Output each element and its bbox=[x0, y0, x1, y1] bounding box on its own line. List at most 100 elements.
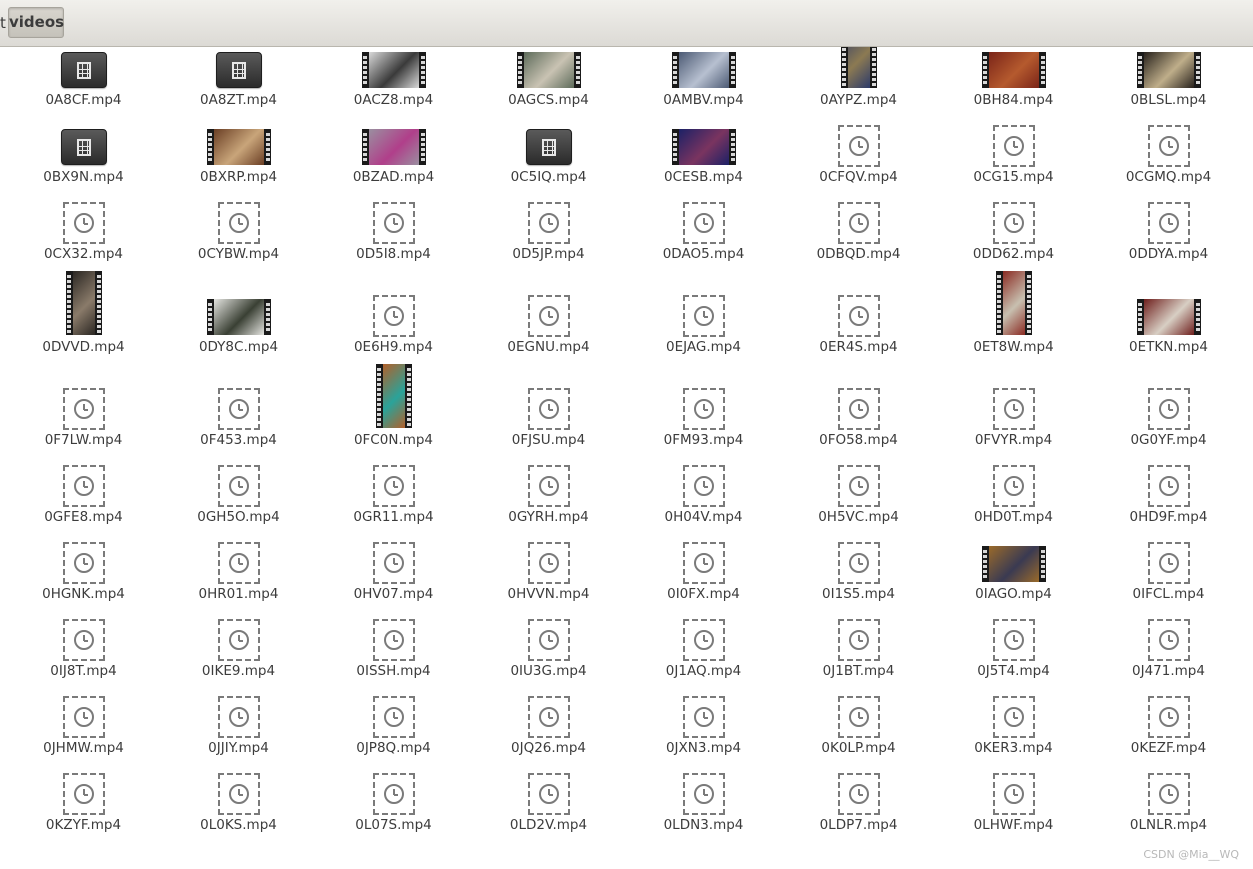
file-item[interactable]: 0ETKN.mp4 bbox=[1091, 278, 1246, 371]
file-item[interactable]: 0CX32.mp4 bbox=[6, 201, 161, 278]
video-thumbnail bbox=[65, 271, 102, 335]
file-item[interactable]: 0HR01.mp4 bbox=[161, 541, 316, 618]
file-item[interactable]: 0A8CF.mp4 bbox=[6, 47, 161, 124]
file-item[interactable]: 0BH84.mp4 bbox=[936, 47, 1091, 124]
file-item[interactable]: 0J1BT.mp4 bbox=[781, 618, 936, 695]
file-item[interactable]: 0L0KS.mp4 bbox=[161, 772, 316, 849]
file-item[interactable]: 0F453.mp4 bbox=[161, 371, 316, 464]
file-item[interactable]: 0IFCL.mp4 bbox=[1091, 541, 1246, 618]
file-item[interactable]: 0HD9F.mp4 bbox=[1091, 464, 1246, 541]
file-item[interactable]: 0EJAG.mp4 bbox=[626, 278, 781, 371]
file-name-label: 0H04V.mp4 bbox=[664, 509, 743, 525]
video-thumbnail bbox=[995, 271, 1032, 335]
file-item[interactable]: 0KZYF.mp4 bbox=[6, 772, 161, 849]
loading-thumbnail-icon bbox=[372, 619, 415, 661]
file-item[interactable]: 0HGNK.mp4 bbox=[6, 541, 161, 618]
file-item[interactable]: 0J471.mp4 bbox=[1091, 618, 1246, 695]
file-item[interactable]: 0ER4S.mp4 bbox=[781, 278, 936, 371]
file-item[interactable]: 0GYRH.mp4 bbox=[471, 464, 626, 541]
film-icon bbox=[76, 139, 91, 156]
loading-thumbnail-icon bbox=[837, 619, 880, 661]
file-item[interactable]: 0DD62.mp4 bbox=[936, 201, 1091, 278]
file-item[interactable]: 0LDP7.mp4 bbox=[781, 772, 936, 849]
file-item[interactable]: 0BX9N.mp4 bbox=[6, 124, 161, 201]
file-item[interactable]: 0A8ZT.mp4 bbox=[161, 47, 316, 124]
file-item[interactable]: 0AYPZ.mp4 bbox=[781, 47, 936, 124]
file-name-label: 0F453.mp4 bbox=[200, 432, 277, 448]
file-name-label: 0BZAD.mp4 bbox=[352, 169, 435, 185]
file-item[interactable]: 0CYBW.mp4 bbox=[161, 201, 316, 278]
file-item[interactable]: 0IKE9.mp4 bbox=[161, 618, 316, 695]
file-view[interactable]: 0A8CF.mp4 0A8ZT.mp4 0ACZ8.mp4 0AGCS.mp4 0AMB… bbox=[0, 47, 1253, 869]
file-item[interactable]: 0FJSU.mp4 bbox=[471, 371, 626, 464]
file-item[interactable]: 0DVVD.mp4 bbox=[6, 271, 161, 371]
file-item[interactable]: 0CFQV.mp4 bbox=[781, 124, 936, 201]
clock-icon bbox=[848, 707, 869, 727]
file-name-label: 0IKE9.mp4 bbox=[201, 663, 276, 679]
file-item[interactable]: 0HVVN.mp4 bbox=[471, 541, 626, 618]
file-item[interactable]: 0L07S.mp4 bbox=[316, 772, 471, 849]
file-item[interactable]: 0LDN3.mp4 bbox=[626, 772, 781, 849]
file-item[interactable]: 0JP8Q.mp4 bbox=[316, 695, 471, 772]
file-item[interactable]: 0GH5O.mp4 bbox=[161, 464, 316, 541]
file-name-label: 0HVVN.mp4 bbox=[507, 586, 590, 602]
clock-icon bbox=[1158, 213, 1179, 233]
file-item[interactable]: 0AMBV.mp4 bbox=[626, 47, 781, 124]
loading-thumbnail-icon bbox=[527, 542, 570, 584]
file-item[interactable]: 0HD0T.mp4 bbox=[936, 464, 1091, 541]
file-item[interactable]: 0FM93.mp4 bbox=[626, 371, 781, 464]
file-item[interactable]: 0K0LP.mp4 bbox=[781, 695, 936, 772]
file-item[interactable]: 0BLSL.mp4 bbox=[1091, 47, 1246, 124]
file-item[interactable]: 0IJ8T.mp4 bbox=[6, 618, 161, 695]
file-item[interactable]: 0H04V.mp4 bbox=[626, 464, 781, 541]
file-item[interactable]: 0ISSH.mp4 bbox=[316, 618, 471, 695]
breadcrumb-parent-button[interactable]: t bbox=[0, 8, 8, 39]
file-item[interactable]: 0DY8C.mp4 bbox=[161, 278, 316, 371]
file-item[interactable]: 0J1AQ.mp4 bbox=[626, 618, 781, 695]
breadcrumb-current-button[interactable]: videos bbox=[8, 7, 64, 38]
file-item[interactable]: 0JJIY.mp4 bbox=[161, 695, 316, 772]
file-item[interactable]: 0I0FX.mp4 bbox=[626, 541, 781, 618]
file-name-label: 0ACZ8.mp4 bbox=[353, 92, 434, 108]
file-item[interactable]: 0CESB.mp4 bbox=[626, 124, 781, 201]
clock-icon bbox=[1003, 136, 1024, 156]
file-item[interactable]: 0JXN3.mp4 bbox=[626, 695, 781, 772]
file-item[interactable]: 0J5T4.mp4 bbox=[936, 618, 1091, 695]
file-item[interactable]: 0GFE8.mp4 bbox=[6, 464, 161, 541]
file-item[interactable]: 0JQ26.mp4 bbox=[471, 695, 626, 772]
file-item[interactable]: 0FVYR.mp4 bbox=[936, 371, 1091, 464]
file-item[interactable]: 0HV07.mp4 bbox=[316, 541, 471, 618]
file-item[interactable]: 0DAO5.mp4 bbox=[626, 201, 781, 278]
file-item[interactable]: 0IU3G.mp4 bbox=[471, 618, 626, 695]
file-item[interactable]: 0FC0N.mp4 bbox=[316, 364, 471, 464]
file-item[interactable]: 0GR11.mp4 bbox=[316, 464, 471, 541]
file-item[interactable]: 0LHWF.mp4 bbox=[936, 772, 1091, 849]
file-item[interactable]: 0ET8W.mp4 bbox=[936, 271, 1091, 371]
file-item[interactable]: 0AGCS.mp4 bbox=[471, 47, 626, 124]
file-item[interactable]: 0JHMW.mp4 bbox=[6, 695, 161, 772]
file-item[interactable]: 0CGMQ.mp4 bbox=[1091, 124, 1246, 201]
file-item[interactable]: 0DDYA.mp4 bbox=[1091, 201, 1246, 278]
file-item[interactable]: 0I1S5.mp4 bbox=[781, 541, 936, 618]
file-item[interactable]: 0F7LW.mp4 bbox=[6, 371, 161, 464]
file-item[interactable]: 0KEZF.mp4 bbox=[1091, 695, 1246, 772]
file-item[interactable]: 0BZAD.mp4 bbox=[316, 124, 471, 201]
file-item[interactable]: 0E6H9.mp4 bbox=[316, 278, 471, 371]
file-item[interactable]: 0H5VC.mp4 bbox=[781, 464, 936, 541]
file-item[interactable]: 0FO58.mp4 bbox=[781, 371, 936, 464]
file-item[interactable]: 0C5IQ.mp4 bbox=[471, 124, 626, 201]
clock-icon bbox=[228, 784, 249, 804]
file-item[interactable]: 0D5I8.mp4 bbox=[316, 201, 471, 278]
file-item[interactable]: 0KER3.mp4 bbox=[936, 695, 1091, 772]
file-item[interactable]: 0LNLR.mp4 bbox=[1091, 772, 1246, 849]
file-item[interactable]: 0IAGO.mp4 bbox=[936, 541, 1091, 618]
file-item[interactable]: 0G0YF.mp4 bbox=[1091, 371, 1246, 464]
file-item[interactable]: 0CG15.mp4 bbox=[936, 124, 1091, 201]
file-item[interactable]: 0BXRP.mp4 bbox=[161, 124, 316, 201]
file-item[interactable]: 0EGNU.mp4 bbox=[471, 278, 626, 371]
file-item[interactable]: 0D5JP.mp4 bbox=[471, 201, 626, 278]
file-item[interactable]: 0LD2V.mp4 bbox=[471, 772, 626, 849]
file-item[interactable]: 0ACZ8.mp4 bbox=[316, 47, 471, 124]
loading-thumbnail-icon bbox=[62, 542, 105, 584]
file-item[interactable]: 0DBQD.mp4 bbox=[781, 201, 936, 278]
